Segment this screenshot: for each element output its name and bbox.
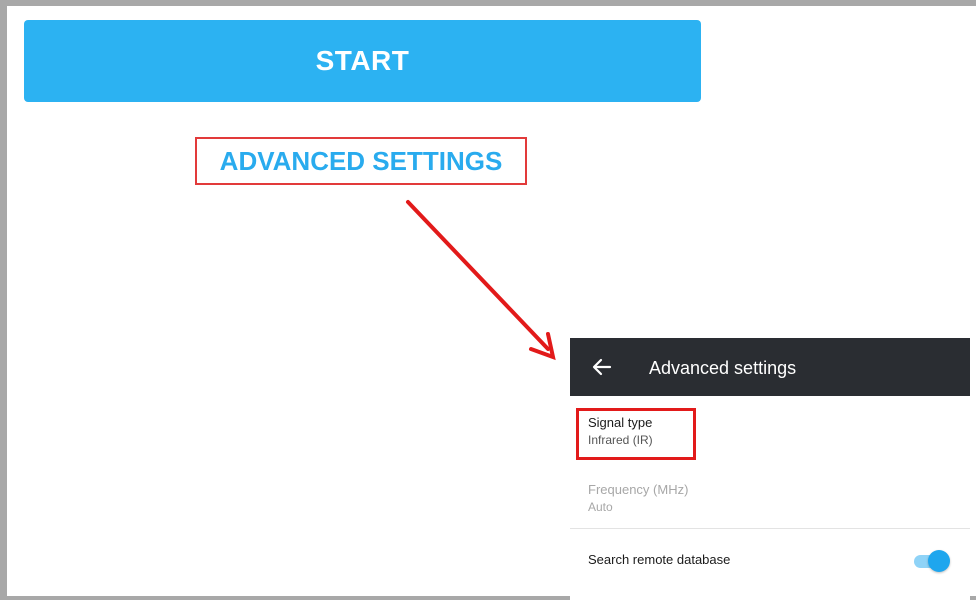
start-button[interactable]: START — [24, 20, 701, 102]
arrow-left-icon[interactable] — [590, 355, 614, 379]
advanced-settings-link[interactable]: ADVANCED SETTINGS — [195, 137, 527, 185]
toggle-thumb — [928, 550, 950, 572]
advanced-settings-panel: Advanced settings Signal type Infrared (… — [570, 338, 970, 600]
app-bar-title: Advanced settings — [649, 358, 797, 378]
frequency-value: Auto — [588, 500, 613, 514]
app-bar: Advanced settings — [570, 338, 970, 396]
frequency-title: Frequency (MHz) — [588, 482, 689, 497]
settings-divider — [570, 528, 970, 529]
signal-type-value: Infrared (IR) — [588, 433, 653, 447]
search-remote-database-toggle[interactable] — [912, 550, 950, 572]
signal-type-title: Signal type — [588, 415, 653, 430]
annotation-arrow-shaft — [406, 200, 550, 351]
annotation-arrow-head — [529, 332, 556, 361]
advanced-settings-link-label: ADVANCED SETTINGS — [219, 145, 503, 176]
search-remote-database-label: Search remote database — [588, 552, 731, 567]
